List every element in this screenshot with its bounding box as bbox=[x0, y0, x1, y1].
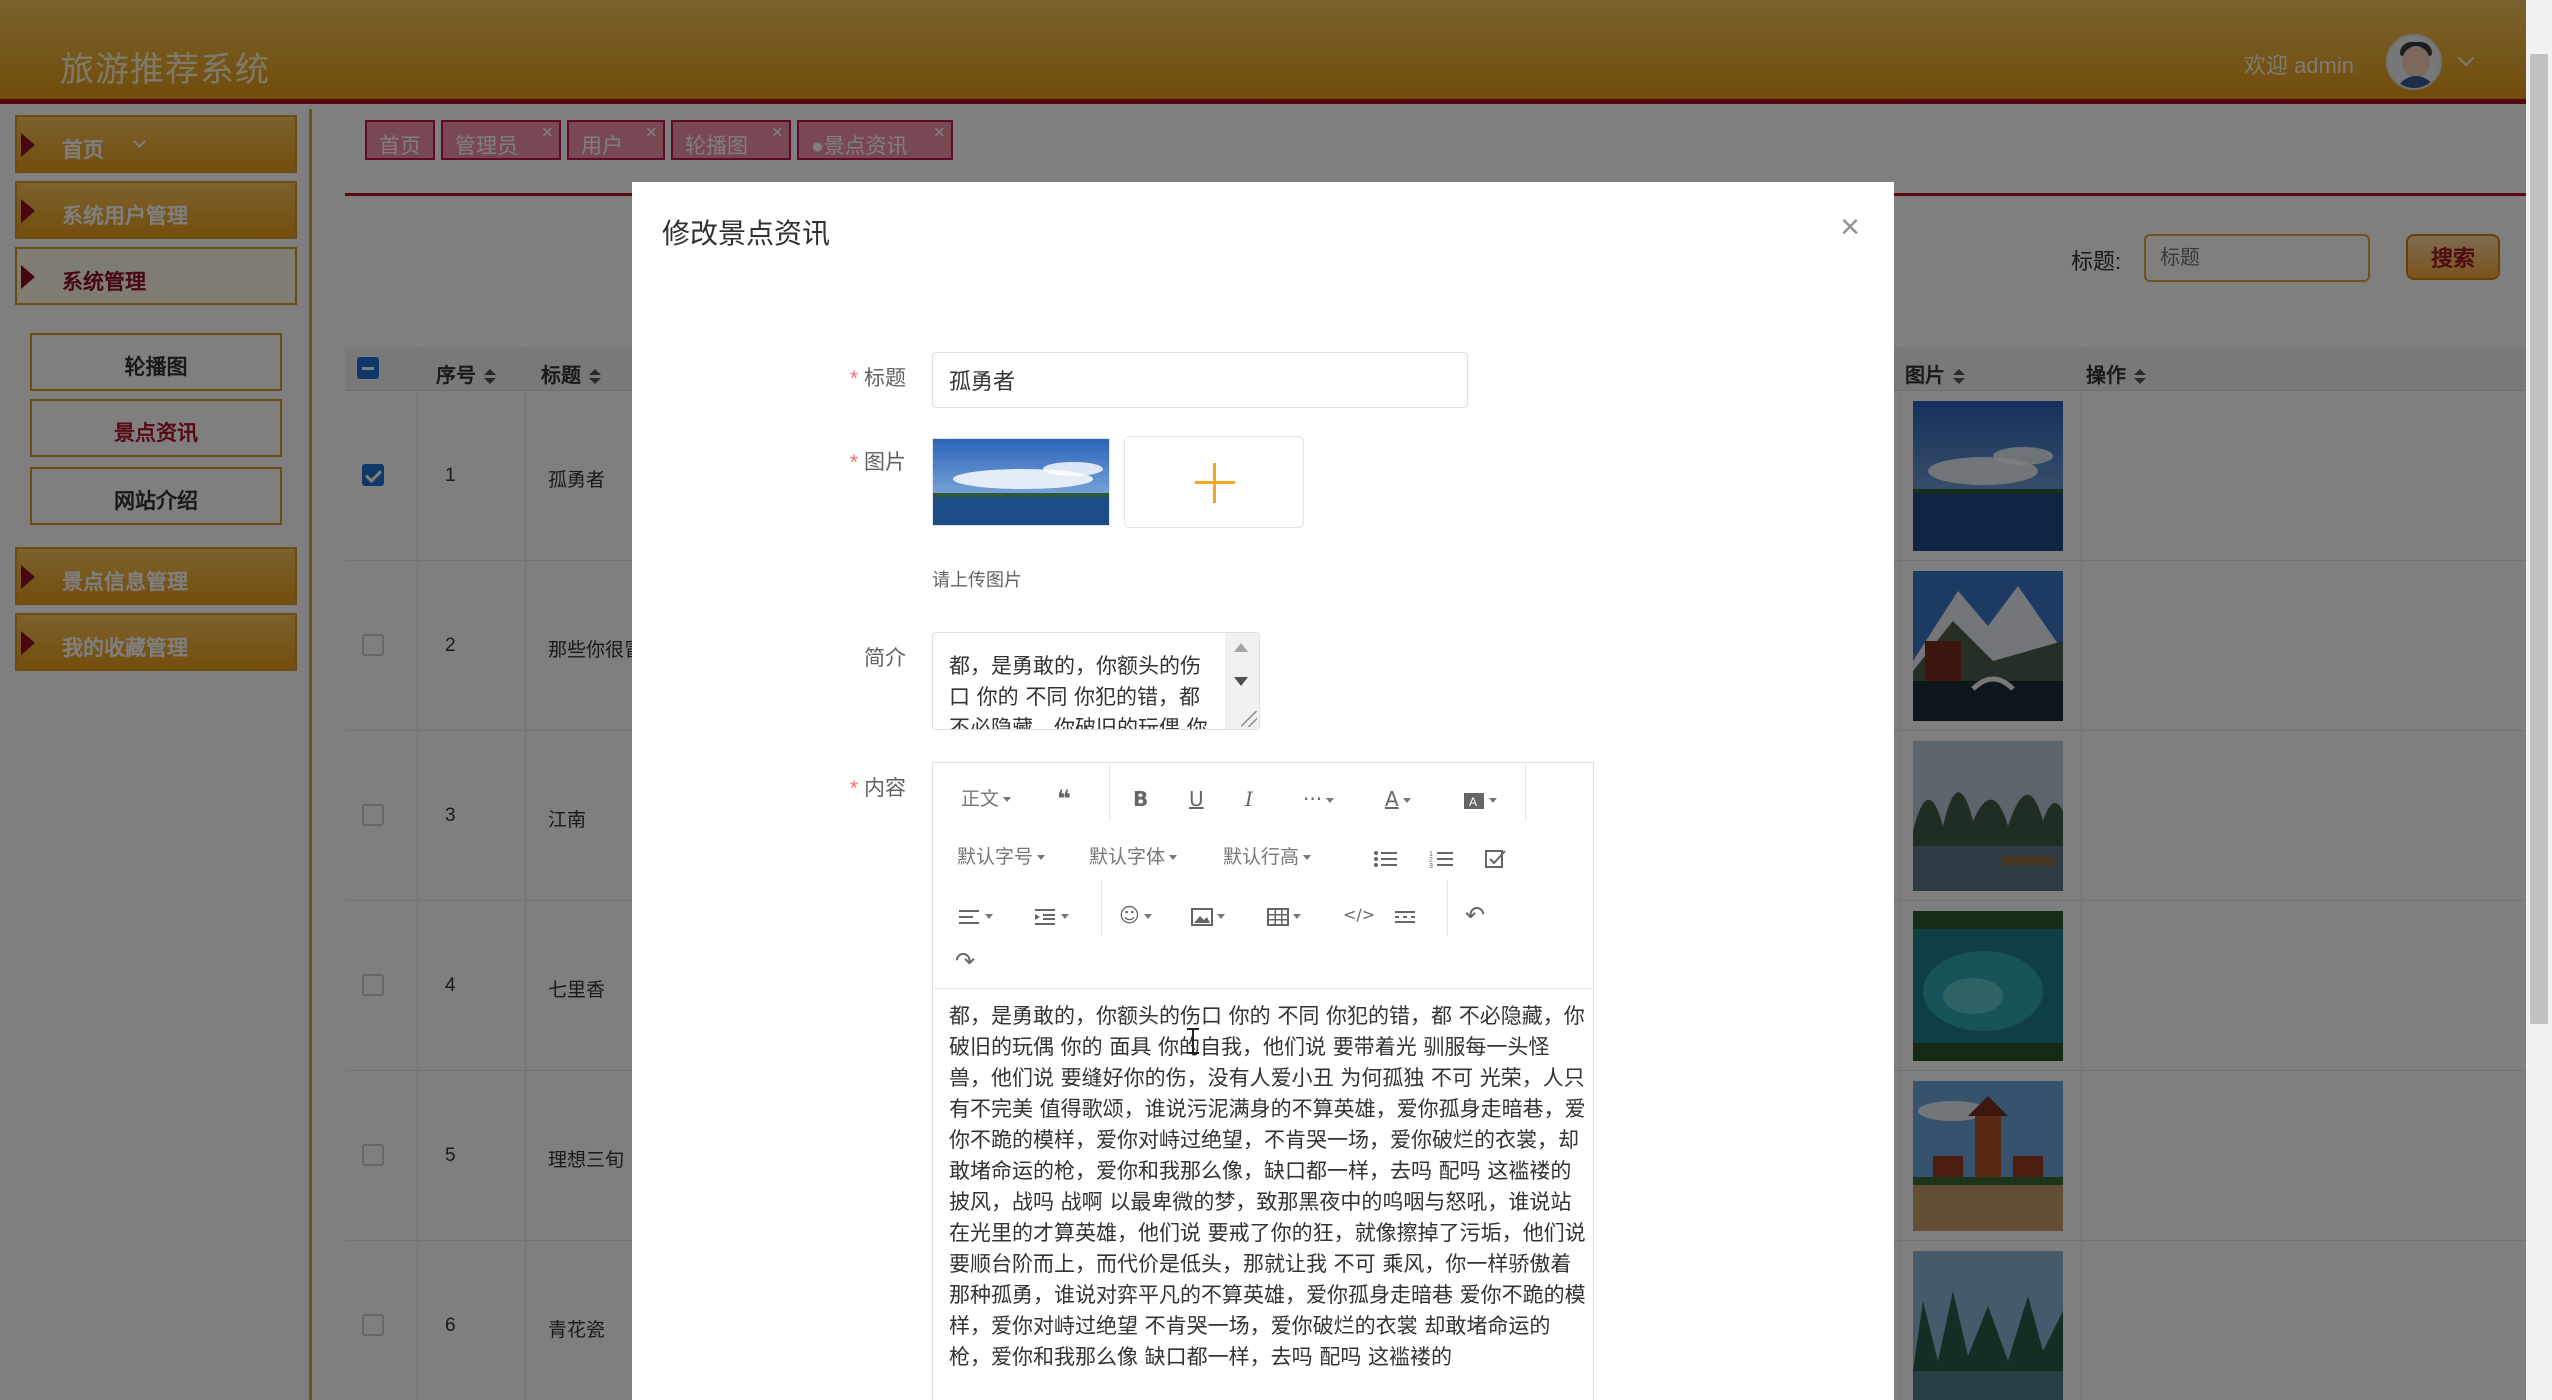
underline-icon[interactable]: U bbox=[1189, 779, 1204, 819]
line-height-label: 默认行高 bbox=[1223, 846, 1300, 868]
todo-checkbox-icon[interactable] bbox=[1485, 837, 1507, 877]
toolbar-separator bbox=[1109, 763, 1110, 821]
label-text: 标题 bbox=[864, 367, 906, 390]
intro-textarea[interactable]: 都，是勇敢的，你额头的伤口 你的 不同 你犯的错，都 不必隐藏，你破旧的玩偶 你 bbox=[932, 632, 1260, 730]
resize-handle-icon[interactable] bbox=[1241, 711, 1257, 727]
dropdown-icon bbox=[1489, 798, 1497, 803]
code-icon[interactable]: </> bbox=[1343, 895, 1375, 935]
label-text: 简介 bbox=[864, 647, 906, 670]
dialog-title: 修改景点资讯 bbox=[662, 218, 831, 249]
label-text: 图片 bbox=[864, 451, 906, 474]
rich-text-editor: 正文 ❝ B U I ··· A A 默认字号 默认字体 默认行高 123 ☺ … bbox=[932, 762, 1594, 1400]
dropdown-icon bbox=[1326, 798, 1335, 803]
align-icon[interactable] bbox=[959, 895, 993, 935]
more-styles-button[interactable]: ··· bbox=[1303, 779, 1335, 819]
font-family-select[interactable]: 默认字体 bbox=[1089, 837, 1178, 877]
dropdown-icon bbox=[1143, 914, 1152, 919]
form-label-intro: 简介 bbox=[746, 642, 906, 672]
more-icon: ··· bbox=[1303, 787, 1323, 811]
quote-icon[interactable]: ❝ bbox=[1057, 779, 1071, 819]
close-icon[interactable]: × bbox=[1840, 208, 1860, 247]
emoji-icon[interactable]: ☺ bbox=[1119, 895, 1152, 935]
dropdown-icon bbox=[1217, 914, 1225, 919]
table-icon[interactable] bbox=[1267, 895, 1301, 935]
toolbar-separator bbox=[1101, 879, 1102, 937]
font-family-label: 默认字体 bbox=[1089, 846, 1166, 868]
toolbar-separator bbox=[1447, 879, 1448, 937]
bold-icon[interactable]: B bbox=[1133, 779, 1148, 819]
dropdown-icon bbox=[1402, 798, 1411, 803]
required-mark: * bbox=[849, 451, 858, 474]
toolbar-separator bbox=[1525, 763, 1526, 821]
label-text: 内容 bbox=[864, 777, 906, 800]
title-input[interactable] bbox=[932, 352, 1468, 408]
required-mark: * bbox=[849, 777, 858, 800]
uploaded-image-preview[interactable] bbox=[932, 438, 1110, 526]
divider-line-icon[interactable] bbox=[1395, 895, 1417, 935]
dropdown-icon bbox=[1037, 855, 1046, 860]
dropdown-icon bbox=[1303, 855, 1312, 860]
scroll-up-icon[interactable] bbox=[1234, 643, 1248, 652]
editor-content[interactable]: 都，是勇敢的，你额头的伤口 你的 不同 你犯的错，都 不必隐藏，你破旧的玩偶 你… bbox=[949, 1001, 1589, 1373]
font-size-select[interactable]: 默认字号 bbox=[957, 837, 1046, 877]
upload-tip: 请上传图片 bbox=[932, 570, 1022, 590]
page-scrollbar[interactable] bbox=[2526, 0, 2552, 1400]
form-label-image: * 图片 bbox=[746, 446, 906, 476]
dropdown-icon bbox=[1293, 914, 1301, 919]
plus-icon-vertical bbox=[1213, 463, 1216, 503]
italic-icon[interactable]: I bbox=[1245, 779, 1253, 819]
dropdown-icon bbox=[1169, 855, 1178, 860]
editor-toolbar: 正文 ❝ B U I ··· A A 默认字号 默认字体 默认行高 123 ☺ … bbox=[933, 763, 1593, 989]
upload-image-button[interactable] bbox=[1124, 436, 1304, 528]
form-label-content: * 内容 bbox=[746, 772, 906, 802]
undo-icon[interactable]: ↶ bbox=[1465, 895, 1485, 935]
numbered-list-icon[interactable]: 123 bbox=[1429, 837, 1453, 877]
background-color-icon[interactable]: A bbox=[1463, 779, 1497, 819]
svg-text:3: 3 bbox=[1429, 863, 1433, 869]
svg-text:A: A bbox=[1469, 795, 1477, 809]
font-color-icon[interactable]: A bbox=[1385, 779, 1411, 819]
scroll-down-icon[interactable] bbox=[1234, 677, 1248, 686]
paragraph-select[interactable]: 正文 bbox=[961, 779, 1012, 819]
paragraph-label: 正文 bbox=[961, 788, 1000, 810]
redo-icon[interactable]: ↷ bbox=[955, 941, 975, 981]
image-icon[interactable] bbox=[1191, 895, 1225, 935]
bullet-list-icon[interactable] bbox=[1373, 837, 1397, 877]
page-scrollbar-thumb[interactable] bbox=[2530, 54, 2548, 1024]
indent-icon[interactable] bbox=[1035, 895, 1069, 935]
font-size-label: 默认字号 bbox=[957, 846, 1034, 868]
required-mark: * bbox=[849, 367, 858, 390]
dropdown-icon bbox=[1061, 914, 1069, 919]
edit-dialog: 修改景点资讯 × * 标题 * 图片 请上传图片 简介 都，是勇敢的，你额头的伤口 … bbox=[632, 182, 1894, 1400]
dropdown-icon bbox=[985, 914, 993, 919]
intro-text: 都，是勇敢的，你额头的伤口 你的 不同 你犯的错，都 不必隐藏，你破旧的玩偶 你 bbox=[949, 654, 1208, 730]
text-cursor-icon bbox=[1187, 1028, 1199, 1054]
form-label-title: * 标题 bbox=[746, 362, 906, 392]
line-height-select[interactable]: 默认行高 bbox=[1223, 837, 1312, 877]
dropdown-icon bbox=[1003, 797, 1012, 802]
